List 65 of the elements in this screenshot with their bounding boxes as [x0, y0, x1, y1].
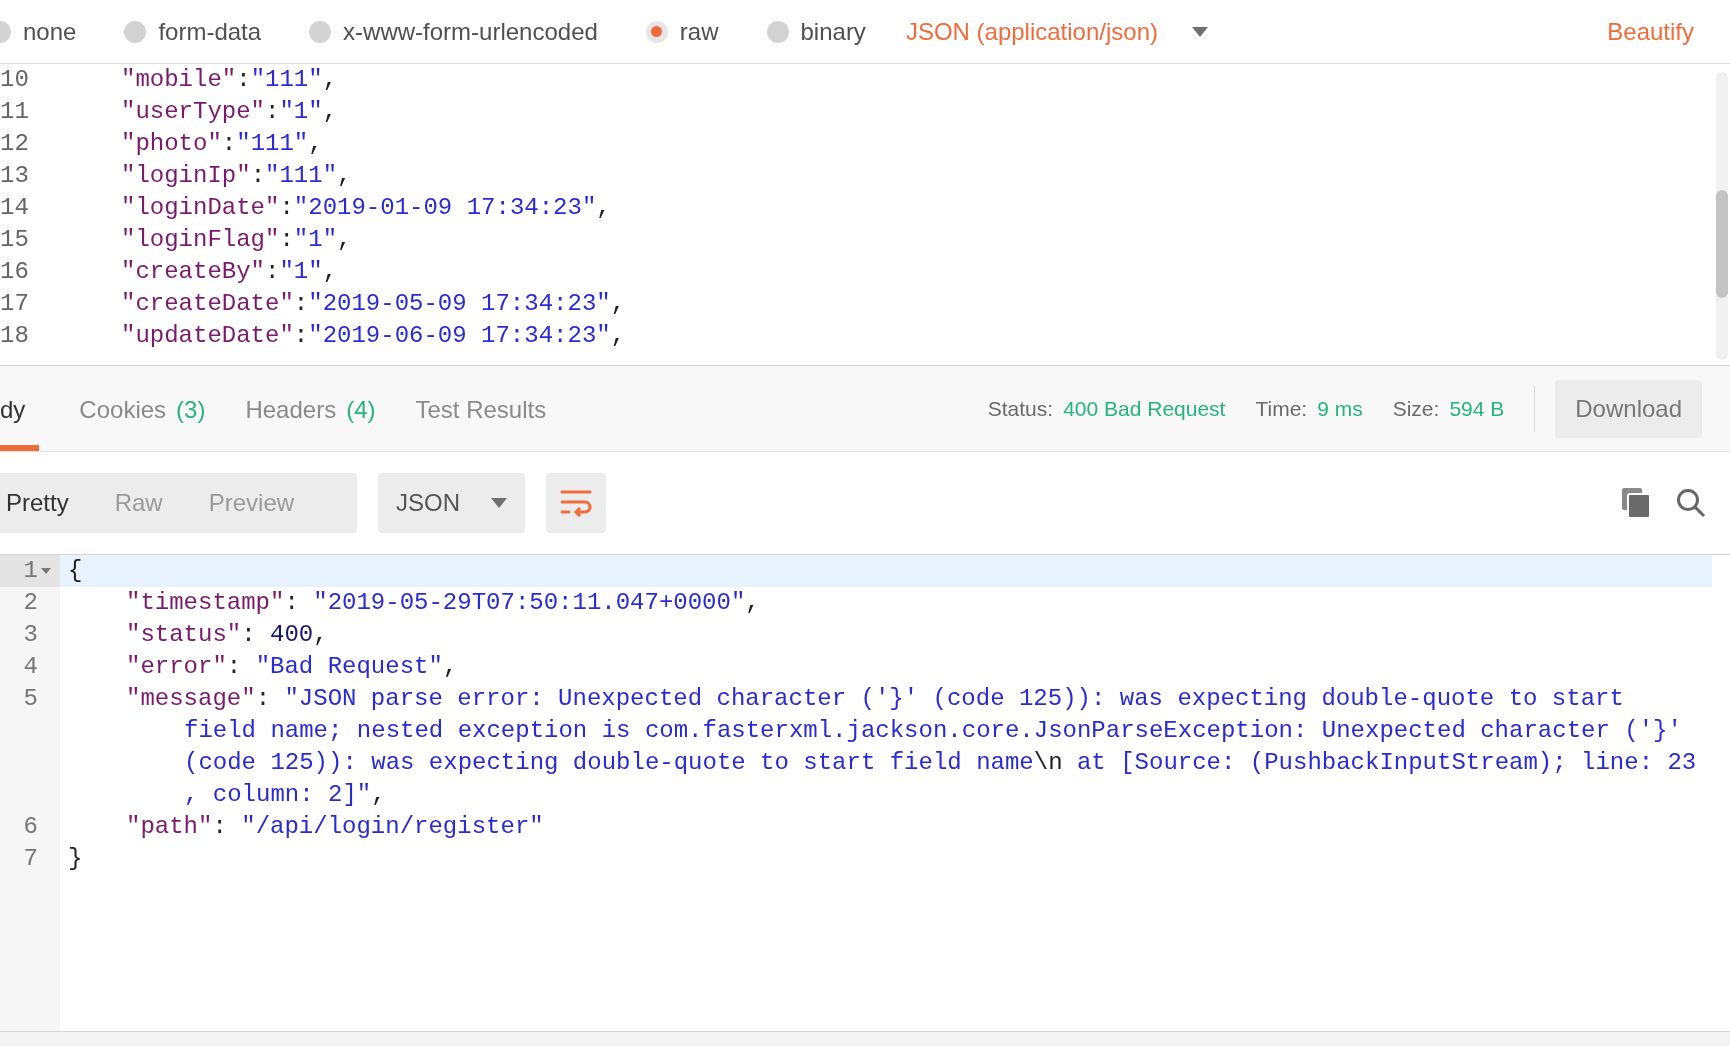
line-number: 4 — [23, 652, 38, 682]
line-number: 16 — [0, 257, 30, 287]
code-line: { — [68, 556, 83, 586]
line-number: 13 — [0, 161, 30, 191]
code-line: "error": "Bad Request", — [126, 652, 458, 682]
line-number: 15 — [0, 225, 30, 255]
line-number: 1 — [23, 556, 38, 586]
line-number: 2 — [23, 588, 38, 618]
radio-label[interactable]: x-www-form-urlencoded — [343, 13, 598, 50]
code-line: "mobile":"111", — [121, 65, 338, 95]
code-line: "userType":"1", — [121, 97, 338, 127]
line-number: 7 — [23, 844, 38, 874]
radio-label[interactable]: raw — [679, 13, 719, 50]
response-tab[interactable]: dy — [0, 366, 40, 451]
code-line: "path": "/api/login/register" — [126, 812, 544, 842]
radio-label[interactable]: binary — [800, 13, 866, 50]
code-line: "message": "JSON parse error: Unexpected character ('}' (code 125)): was expecting double-quote to start — [126, 684, 1625, 714]
scrollbar-thumb[interactable] — [1716, 190, 1728, 298]
code-line: "loginFlag":"1", — [121, 225, 352, 255]
search-icon[interactable] — [1676, 488, 1706, 518]
line-number: 10 — [0, 65, 30, 95]
response-tab[interactable]: Cookies (3) — [79, 366, 206, 451]
response-tab[interactable]: Test Results — [415, 366, 547, 451]
radio-button[interactable] — [309, 20, 332, 43]
download-button[interactable]: Download — [1555, 379, 1702, 438]
caret-icon — [1192, 26, 1208, 37]
meta-value: 400 Bad Request — [1063, 395, 1226, 422]
meta-value: 9 ms — [1317, 395, 1363, 422]
code-line: , column: 2]", — [183, 780, 387, 810]
meta-label: Time: — [1255, 395, 1308, 422]
line-number: 3 — [23, 620, 38, 650]
copy-icon[interactable] — [1622, 488, 1652, 518]
code-line: "updateDate":"2019-06-09 17:34:23", — [121, 321, 626, 351]
format-dropdown[interactable]: JSON — [378, 473, 525, 533]
meta-value: 594 B — [1449, 395, 1505, 422]
line-number: 18 — [0, 321, 30, 351]
radio-button[interactable] — [645, 20, 668, 43]
code-line: "photo":"111", — [121, 129, 323, 159]
code-line: "createDate":"2019-05-09 17:34:23", — [121, 289, 626, 319]
view-mode-tab[interactable]: Pretty — [6, 485, 69, 521]
line-number: 14 — [0, 193, 30, 223]
code-line: field name; nested exception is com.fasterxml.jackson.core.JsonParseException: Unexpected character ('}' — [183, 716, 1683, 746]
radio-label[interactable]: none — [23, 13, 77, 50]
code-line: "loginIp":"111", — [121, 161, 352, 191]
wrap-lines-button[interactable] — [546, 473, 606, 533]
line-number: 17 — [0, 289, 30, 319]
code-line: (code 125)): was expecting double-quote to start field name\n at [Source: (PushbackInputStream); line: 23 — [183, 748, 1697, 778]
line-number: 12 — [0, 129, 30, 159]
radio-button[interactable] — [766, 20, 789, 43]
fold-caret-icon[interactable] — [41, 568, 51, 574]
line-number: 5 — [23, 684, 38, 714]
meta-label: Size: — [1392, 395, 1440, 422]
line-number: 11 — [0, 97, 30, 127]
code-line: "status": 400, — [126, 620, 328, 650]
code-line: } — [68, 844, 83, 874]
radio-label[interactable]: form-data — [158, 13, 262, 50]
response-tab[interactable]: Headers (4) — [245, 366, 376, 451]
meta-label: Status: — [987, 395, 1054, 422]
code-line: "timestamp": "2019-05-29T07:50:11.047+0000", — [126, 588, 760, 618]
code-line: "loginDate":"2019-01-09 17:34:23", — [121, 193, 611, 223]
radio-button[interactable] — [124, 20, 147, 43]
caret-icon — [491, 498, 507, 508]
line-number: 6 — [23, 812, 38, 842]
wrap-icon — [559, 489, 593, 517]
code-line: "createBy":"1", — [121, 257, 338, 287]
